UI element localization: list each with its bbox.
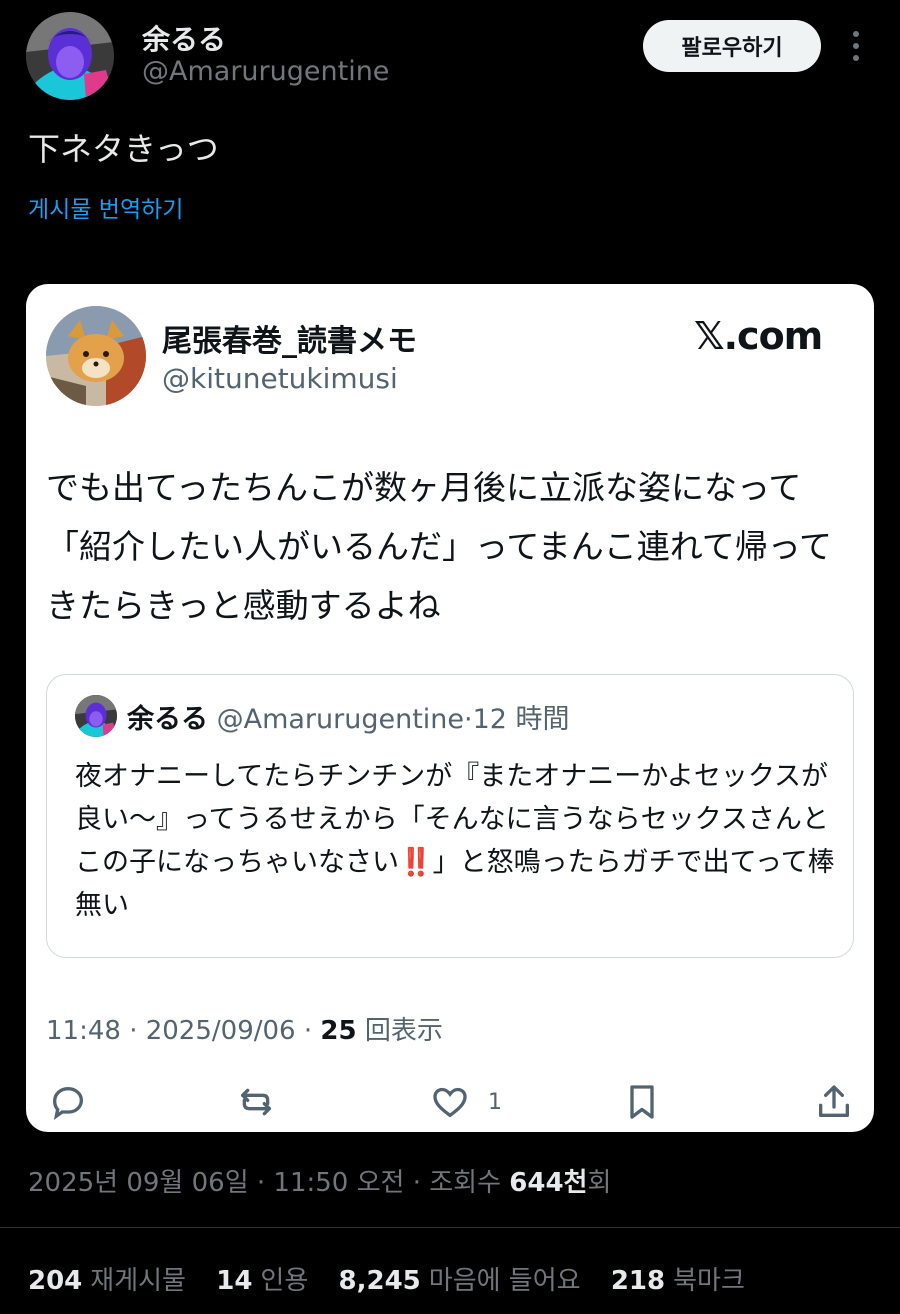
author-handle[interactable]: @Amarurugentine: [142, 56, 389, 87]
quoted-tweet-meta: 余るる @Amarurugentine·12 時間: [127, 697, 570, 736]
likes-count: 8,245: [338, 1266, 421, 1296]
author-name[interactable]: 余るる: [142, 18, 226, 58]
double-exclamation-icon: ‼️: [399, 847, 433, 878]
embedded-tweet-text: でも出てったちんこが数ヶ月後に立派な姿になって「紹介したい人がいるんだ」ってまん…: [46, 468, 833, 625]
quoted-tweet: 余るる @Amarurugentine·12 時間 夜オナニーしてたらチンチンが…: [46, 674, 854, 958]
like-count: 1: [488, 1089, 502, 1115]
bookmarks-label: 북마크: [673, 1266, 745, 1296]
follow-button[interactable]: 팔로우하기: [643, 20, 821, 72]
footer-views-count: 644천: [509, 1168, 588, 1198]
embedded-author-handle: @kitunetukimusi: [162, 362, 398, 395]
quoted-tweet-text: 夜オナニーしてたらチンチンが『またオナニーかよセックスが良い〜』ってうるせえから…: [75, 755, 835, 927]
quotes-stat[interactable]: 14 인용: [216, 1266, 308, 1296]
embedded-screenshot[interactable]: 尾張春巻_読書メモ @kitunetukimusi 𝕏.com でも出てったちん…: [26, 284, 874, 1132]
quoted-author-handle: @Amarurugentine: [216, 704, 465, 735]
bookmarks-count: 218: [610, 1266, 666, 1296]
reposts-label: 재게시물: [90, 1266, 186, 1296]
likes-label: 마음에 들어요: [428, 1266, 581, 1296]
embedded-action-bar: 1: [26, 1080, 874, 1124]
x-logo-icon: 𝕏.com: [694, 314, 823, 358]
quotes-label: 인용: [260, 1266, 309, 1296]
quoted-time: 12 時間: [472, 704, 570, 735]
reposts-count: 204: [28, 1266, 83, 1296]
more-icon[interactable]: [846, 28, 866, 64]
embedded-author-name: 尾張春巻_読書メモ: [162, 324, 417, 359]
repost-icon: [236, 1080, 276, 1124]
bookmarks-stat[interactable]: 218 북마크: [611, 1266, 745, 1296]
quoted-author-avatar: [75, 695, 117, 737]
engagement-stats: 204 재게시물 14 인용 8,245 마음에 들어요 218 북마크: [28, 1260, 767, 1297]
reply-icon: [48, 1080, 88, 1124]
embedded-views-count: 25: [320, 1016, 357, 1046]
footer-time-line: 2025년 09월 06일 · 11:50 오전 · 조회수: [28, 1168, 510, 1198]
share-icon: [814, 1080, 854, 1124]
quotes-count: 14: [216, 1266, 253, 1296]
author-avatar[interactable]: [26, 12, 114, 100]
reposts-stat[interactable]: 204 재게시물: [28, 1266, 186, 1296]
footer-views-label: 회: [587, 1168, 612, 1198]
bookmark-icon: [622, 1080, 662, 1124]
translate-link[interactable]: 게시물 번역하기: [28, 190, 183, 224]
tweet-text: 下ネタきっつ: [28, 130, 219, 168]
embedded-timestamp: 11:48 · 2025/09/06 · 25 回表示: [46, 1010, 443, 1047]
tweet-timestamp[interactable]: 2025년 09월 06일 · 11:50 오전 · 조회수 644천회: [28, 1162, 611, 1199]
quoted-separator: ·: [464, 704, 473, 735]
like-button: 1: [430, 1080, 502, 1124]
likes-stat[interactable]: 8,245 마음에 들어요: [339, 1266, 581, 1296]
embedded-views-label: 回表示: [356, 1016, 443, 1046]
divider: [0, 1227, 900, 1228]
embedded-author-avatar: [46, 306, 146, 406]
like-icon: [433, 1087, 467, 1118]
quoted-author-name: 余るる: [127, 704, 208, 735]
embedded-time-line: 11:48 · 2025/09/06 ·: [46, 1016, 321, 1046]
